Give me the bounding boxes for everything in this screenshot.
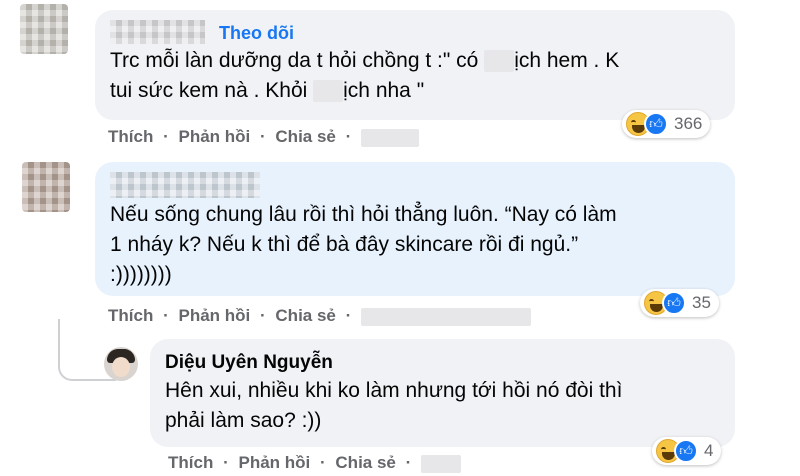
comment-line: 1 nháy k? Nếu k thì để bà đây skincare r… xyxy=(110,233,579,256)
separator: · xyxy=(260,127,266,146)
share-button[interactable]: Chia sẻ xyxy=(275,306,335,325)
separator: · xyxy=(320,453,326,472)
follow-link[interactable]: Theo dõi xyxy=(219,23,294,44)
like-button[interactable]: Thích xyxy=(108,127,153,146)
redacted-word xyxy=(484,50,515,73)
like-icon: 👍︎ xyxy=(644,112,668,136)
timestamp-redacted[interactable] xyxy=(421,454,462,473)
like-icon: 👍︎ xyxy=(674,439,698,463)
author-name[interactable]: Diệu Uyên Nguyễn xyxy=(165,352,333,374)
separator: · xyxy=(345,127,352,146)
separator: · xyxy=(345,306,352,325)
reply-button[interactable]: Phản hồi xyxy=(178,306,250,325)
timestamp-redacted[interactable] xyxy=(361,307,532,326)
reaction-count: 366 xyxy=(674,114,703,133)
comment-actions: Thích · Phản hồi · Chia sẻ · xyxy=(168,453,462,473)
comment-line: phải làm sao? :)) xyxy=(165,409,322,432)
comment-text-part: Trc mỗi làn dưỡng da t hỏi chồng t :" có xyxy=(110,49,485,72)
separator: · xyxy=(163,127,169,146)
timestamp-redacted[interactable] xyxy=(361,128,420,147)
like-icon: 👍︎ xyxy=(662,291,686,315)
comment-text: Trc mỗi làn dưỡng da t hỏi chồng t :" có… xyxy=(110,46,619,106)
comment-text: Nếu sống chung lâu rồi thì hỏi thẳng luô… xyxy=(110,200,617,290)
reaction-count: 35 xyxy=(692,293,711,312)
share-button[interactable]: Chia sẻ xyxy=(275,127,335,146)
reaction-count: 4 xyxy=(704,441,714,460)
separator: · xyxy=(223,453,229,472)
redacted-word xyxy=(313,80,344,103)
reply-button[interactable]: Phản hồi xyxy=(238,453,310,472)
comment-text: Hên xui, nhiều khi ko làm nhưng tới hồi … xyxy=(165,376,622,436)
comment-text-part: tui sức kem nà . Khỏi xyxy=(110,79,314,102)
avatar[interactable] xyxy=(22,162,70,212)
like-button[interactable]: Thích xyxy=(168,453,213,472)
separator: · xyxy=(405,453,412,472)
separator: · xyxy=(163,306,169,325)
comment-actions: Thích · Phản hồi · Chia sẻ · xyxy=(108,127,420,147)
reply-button[interactable]: Phản hồi xyxy=(178,127,250,146)
reaction-summary[interactable]: 👍︎ 35 xyxy=(640,289,719,317)
author-name-redacted[interactable] xyxy=(110,20,205,44)
comment-line: Hên xui, nhiều khi ko làm nhưng tới hồi … xyxy=(165,379,623,402)
comment-line: Nếu sống chung lâu rồi thì hỏi thẳng luô… xyxy=(110,203,617,226)
author-name-redacted[interactable] xyxy=(110,172,260,198)
share-button[interactable]: Chia sẻ xyxy=(335,453,395,472)
separator: · xyxy=(260,306,266,325)
comment-line: :)))))))) xyxy=(110,263,172,286)
like-button[interactable]: Thích xyxy=(108,306,153,325)
avatar[interactable] xyxy=(20,4,68,54)
comment-actions: Thích · Phản hồi · Chia sẻ · xyxy=(108,306,532,326)
comment-text-part: ịch hem . K xyxy=(514,49,620,72)
reaction-summary[interactable]: 👍︎ 366 xyxy=(622,110,711,138)
avatar-face xyxy=(112,357,130,377)
comment-text-part: ịch nha " xyxy=(343,79,425,102)
avatar[interactable] xyxy=(104,347,138,381)
reaction-summary[interactable]: 👍︎ 4 xyxy=(652,437,722,465)
